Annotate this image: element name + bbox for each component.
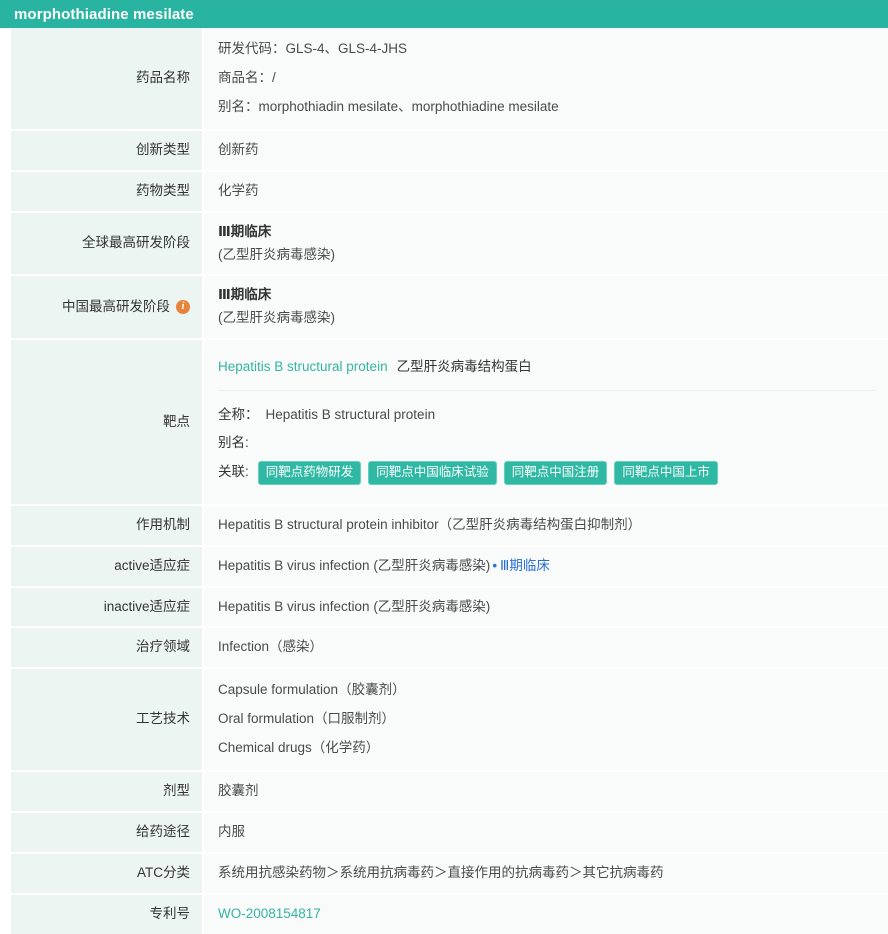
drug-name-line-alias: 别名：morphothiadin mesilate、morphothiadine… bbox=[218, 98, 559, 114]
row-value-china-stage: Ⅲ期临床 (乙型肝炎病毒感染) bbox=[202, 276, 888, 341]
row-value-patent: WO-2008154817 bbox=[202, 894, 888, 934]
row-value-active-indication: Hepatitis B virus infection (乙型肝炎病毒感染) • Ⅲ… bbox=[202, 546, 888, 588]
global-stage-indication: (乙型肝炎病毒感染) bbox=[218, 246, 335, 262]
patent-number-link[interactable]: WO-2008154817 bbox=[218, 906, 321, 921]
drug-name-line-code: 研发代码：GLS-4、GLS-4-JHS bbox=[218, 41, 408, 56]
active-indication-stage-link[interactable]: Ⅲ期临床 bbox=[500, 558, 550, 573]
table-row-china-stage: 中国最高研发阶段 i Ⅲ期临床 (乙型肝炎病毒感染) bbox=[0, 276, 888, 341]
row-label-therapeutic-area: 治疗领域 bbox=[11, 628, 202, 670]
drug-info-table: 药品名称 研发代码：GLS-4、GLS-4-JHS 商品名：/ 别名：morph… bbox=[0, 28, 888, 934]
tag-same-target-china-trials[interactable]: 同靶点中国临床试验 bbox=[368, 461, 497, 485]
row-gutter bbox=[0, 505, 11, 547]
target-name-cn: 乙型肝炎病毒结构蛋白 bbox=[396, 359, 532, 375]
row-label-drug-type: 药物类型 bbox=[11, 171, 202, 213]
row-gutter bbox=[0, 772, 11, 814]
tag-same-target-china-registration[interactable]: 同靶点中国注册 bbox=[503, 461, 608, 485]
technology-line-chemical: Chemical drugs（化学药） bbox=[218, 740, 380, 756]
table-row-inactive-indication: inactive适应症 Hepatitis B virus infection … bbox=[0, 587, 888, 629]
row-label-dosage-form: 剂型 bbox=[11, 772, 202, 814]
table-row-technology: 工艺技术 Capsule formulation（胶囊剂） Oral formu… bbox=[0, 669, 888, 773]
row-gutter bbox=[0, 813, 11, 854]
table-row-target: 靶点 Hepatitis B structural protein 乙型肝炎病毒结… bbox=[0, 340, 888, 506]
drug-name-line-brand: 商品名：/ bbox=[218, 69, 276, 85]
table-row-global-stage: 全球最高研发阶段 Ⅲ期临床 (乙型肝炎病毒感染) bbox=[0, 212, 888, 277]
row-value-innovation-type: 创新药 bbox=[202, 130, 888, 172]
row-label-drug-name: 药品名称 bbox=[11, 28, 202, 131]
bullet-separator-icon: • bbox=[492, 557, 498, 573]
china-stage-phase: Ⅲ期临床 bbox=[218, 287, 272, 303]
global-stage-phase: Ⅲ期临床 bbox=[218, 223, 272, 239]
row-label-china-stage: 中国最高研发阶段 i bbox=[11, 276, 202, 341]
china-stage-indication: (乙型肝炎病毒感染) bbox=[218, 310, 335, 326]
target-alias-key: 别名: bbox=[218, 435, 249, 451]
row-label-inactive-indication: inactive适应症 bbox=[11, 587, 202, 629]
table-row-innovation-type: 创新类型 创新药 bbox=[0, 130, 888, 172]
row-value-technology: Capsule formulation（胶囊剂） Oral formulatio… bbox=[202, 669, 888, 773]
row-label-atc: ATC分类 bbox=[11, 853, 202, 895]
table-row-patent: 专利号 WO-2008154817 bbox=[0, 894, 888, 934]
row-value-dosage-form: 胶囊剂 bbox=[202, 772, 888, 814]
row-value-global-stage: Ⅲ期临床 (乙型肝炎病毒感染) bbox=[202, 212, 888, 277]
row-gutter bbox=[0, 212, 11, 277]
tag-same-target-china-marketed[interactable]: 同靶点中国上市 bbox=[614, 461, 718, 485]
technology-line-capsule: Capsule formulation（胶囊剂） bbox=[218, 682, 406, 698]
row-label-active-indication: active适应症 bbox=[11, 546, 202, 588]
row-gutter bbox=[0, 546, 11, 588]
table-row-mechanism: 作用机制 Hepatitis B structural protein inhi… bbox=[0, 505, 888, 547]
row-value-target: Hepatitis B structural protein 乙型肝炎病毒结构蛋白… bbox=[202, 340, 888, 506]
row-label-innovation-type: 创新类型 bbox=[11, 130, 202, 172]
page-title: morphothiadine mesilate bbox=[14, 5, 194, 23]
row-gutter bbox=[0, 340, 11, 506]
target-name-link[interactable]: Hepatitis B structural protein bbox=[218, 359, 388, 374]
target-details: 全称： Hepatitis B structural protein 别名: 关联… bbox=[218, 391, 876, 494]
row-gutter bbox=[0, 853, 11, 895]
row-gutter bbox=[0, 669, 11, 773]
row-gutter bbox=[0, 130, 11, 172]
page-header-bar: morphothiadine mesilate bbox=[0, 0, 888, 28]
tag-same-target-drug-rd[interactable]: 同靶点药物研发 bbox=[257, 461, 362, 485]
target-relation-key: 关联: bbox=[218, 464, 249, 480]
row-label-target: 靶点 bbox=[11, 340, 202, 506]
row-label-mechanism: 作用机制 bbox=[11, 505, 202, 547]
target-fullname-row: 全称： Hepatitis B structural protein bbox=[218, 405, 876, 426]
row-label-global-stage: 全球最高研发阶段 bbox=[11, 212, 202, 277]
row-value-inactive-indication: Hepatitis B virus infection (乙型肝炎病毒感染) bbox=[202, 587, 888, 629]
row-value-route: 内服 bbox=[202, 813, 888, 854]
target-relation-row: 关联: 同靶点药物研发 同靶点中国临床试验 同靶点中国注册 同靶点中国上市 bbox=[218, 461, 876, 485]
technology-line-oral: Oral formulation（口服制剂） bbox=[218, 711, 396, 727]
info-icon[interactable]: i bbox=[176, 300, 190, 315]
row-gutter bbox=[0, 171, 11, 213]
table-row-therapeutic-area: 治疗领域 Infection（感染） bbox=[0, 628, 888, 670]
table-row-drug-type: 药物类型 化学药 bbox=[0, 171, 888, 213]
row-value-drug-type: 化学药 bbox=[202, 171, 888, 213]
table-row-active-indication: active适应症 Hepatitis B virus infection (乙… bbox=[0, 546, 888, 588]
target-header: Hepatitis B structural protein 乙型肝炎病毒结构蛋白 bbox=[218, 349, 876, 390]
row-label-route: 给药途径 bbox=[11, 813, 202, 854]
row-gutter bbox=[0, 628, 11, 670]
row-gutter bbox=[0, 587, 11, 629]
row-gutter bbox=[0, 28, 11, 131]
active-indication-text: Hepatitis B virus infection (乙型肝炎病毒感染) bbox=[218, 557, 491, 573]
table-row-route: 给药途径 内服 bbox=[0, 813, 888, 854]
target-alias-row: 别名: bbox=[218, 433, 876, 454]
target-fullname-key: 全称： bbox=[218, 407, 259, 423]
row-value-therapeutic-area: Infection（感染） bbox=[202, 628, 888, 670]
target-fullname-value: Hepatitis B structural protein bbox=[265, 407, 436, 423]
row-label-technology: 工艺技术 bbox=[11, 669, 202, 773]
table-row-drug-name: 药品名称 研发代码：GLS-4、GLS-4-JHS 商品名：/ 别名：morph… bbox=[0, 28, 888, 131]
china-stage-label-text: 中国最高研发阶段 bbox=[62, 298, 170, 314]
table-row-dosage-form: 剂型 胶囊剂 bbox=[0, 772, 888, 814]
row-value-drug-name: 研发代码：GLS-4、GLS-4-JHS 商品名：/ 别名：morphothia… bbox=[202, 28, 888, 131]
row-gutter bbox=[0, 894, 11, 934]
table-row-atc: ATC分类 系统用抗感染药物＞系统用抗病毒药＞直接作用的抗病毒药＞其它抗病毒药 bbox=[0, 853, 888, 895]
row-value-atc: 系统用抗感染药物＞系统用抗病毒药＞直接作用的抗病毒药＞其它抗病毒药 bbox=[202, 853, 888, 895]
row-label-patent: 专利号 bbox=[11, 894, 202, 934]
row-gutter bbox=[0, 276, 11, 341]
row-value-mechanism: Hepatitis B structural protein inhibitor… bbox=[202, 505, 888, 547]
